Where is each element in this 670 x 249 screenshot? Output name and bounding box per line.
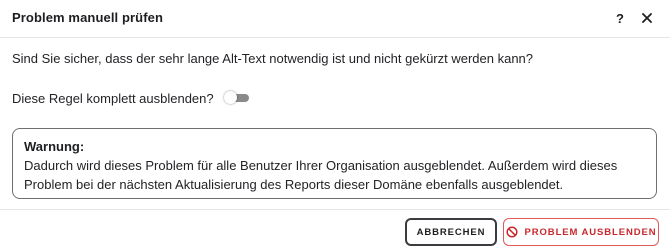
cancel-button[interactable]: ABBRECHEN	[405, 218, 497, 246]
toggle-knob	[223, 91, 237, 104]
hide-rule-row: Diese Regel komplett ausblenden?	[12, 90, 250, 106]
dialog-title: Problem manuell prüfen	[12, 10, 164, 25]
warning-box: Warnung: Dadurch wird dieses Problem für…	[12, 128, 657, 199]
help-icon: ?	[616, 10, 624, 26]
cancel-button-label: ABBRECHEN	[416, 226, 486, 238]
dialog-footer: ABBRECHEN PROBLEM AUSBLENDEN	[0, 209, 670, 249]
warning-title: Warnung:	[24, 139, 85, 154]
hide-rule-toggle[interactable]	[223, 91, 250, 105]
ban-icon	[505, 226, 518, 238]
close-icon	[642, 13, 652, 23]
hide-problem-button[interactable]: PROBLEM AUSBLENDEN	[503, 218, 659, 246]
close-button[interactable]	[638, 9, 656, 27]
confirmation-question: Sind Sie sicher, dass der sehr lange Alt…	[12, 51, 534, 66]
warning-text: Dadurch wird dieses Problem für alle Ben…	[24, 158, 618, 192]
manual-review-dialog: Problem manuell prüfen ? Sind Sie sicher…	[0, 0, 670, 249]
help-button[interactable]: ?	[611, 9, 629, 27]
dialog-header: Problem manuell prüfen ?	[0, 0, 670, 38]
hide-problem-button-label: PROBLEM AUSBLENDEN	[524, 226, 657, 238]
hide-rule-label: Diese Regel komplett ausblenden?	[12, 90, 214, 106]
